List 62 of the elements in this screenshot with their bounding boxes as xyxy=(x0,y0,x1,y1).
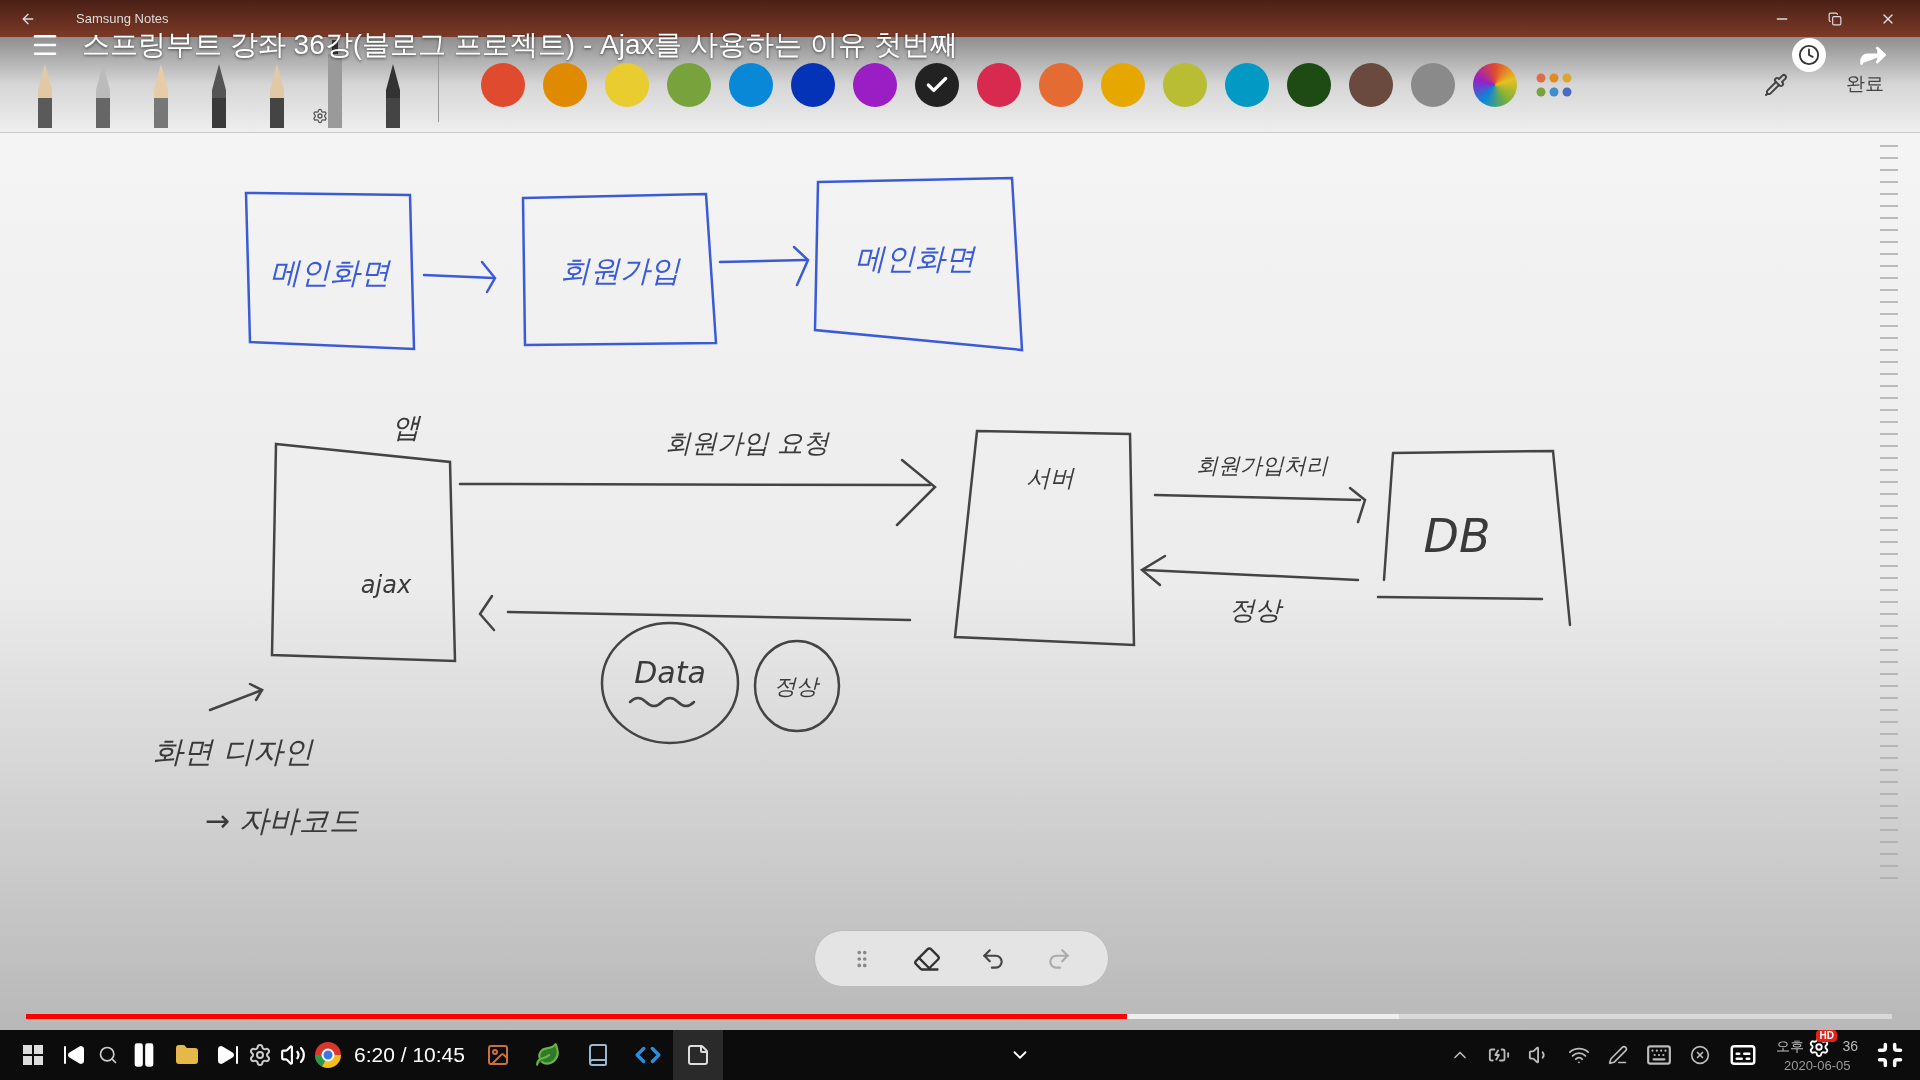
color-swatch[interactable] xyxy=(1287,62,1331,107)
keyboard-icon[interactable] xyxy=(1646,1042,1673,1068)
handwritten-label: Data xyxy=(634,653,706,692)
windows-logo-icon[interactable] xyxy=(23,1045,43,1065)
done-button[interactable]: 완료 xyxy=(1846,70,1884,99)
close-circle-icon[interactable] xyxy=(1690,1045,1711,1065)
photos-icon[interactable] xyxy=(485,1043,510,1067)
restore-icon[interactable] xyxy=(1828,11,1842,26)
active-taskbar-button[interactable] xyxy=(672,1030,723,1080)
search-icon[interactable] xyxy=(98,1045,118,1065)
palette-icon[interactable] xyxy=(1535,72,1573,97)
handwritten-label: 회원가입처리 xyxy=(1196,451,1328,480)
video-time: 6:20 / 10:45 xyxy=(354,1042,465,1069)
video-title: 스프링부트 강좌 36강(블로그 프로젝트) - Ajax를 사용하는 이유 첫번째 xyxy=(82,28,958,62)
next-icon[interactable] xyxy=(216,1043,240,1067)
color-swatch[interactable] xyxy=(605,62,649,107)
handwritten-label: DB xyxy=(1423,507,1491,565)
clock-text: 오후 xyxy=(1776,1038,1805,1056)
date-text: 2020-06-05 xyxy=(1783,1057,1851,1075)
handwritten-label: 정상 xyxy=(774,672,818,701)
color-swatch[interactable] xyxy=(1411,62,1455,107)
browser-icon[interactable] xyxy=(314,1041,342,1069)
eyedropper-icon[interactable] xyxy=(1764,72,1788,97)
color-swatch[interactable] xyxy=(977,62,1021,107)
settings-icon[interactable] xyxy=(248,1043,272,1067)
clock-icon xyxy=(1798,44,1820,66)
handwritten-label: 회원가입 xyxy=(560,251,680,290)
exit-fullscreen-icon[interactable] xyxy=(1876,1041,1904,1069)
settings-icon[interactable] xyxy=(312,108,328,124)
leaf-app-icon[interactable] xyxy=(534,1042,561,1068)
handwritten-label: 메인화면 xyxy=(855,239,975,278)
color-swatch[interactable] xyxy=(1163,62,1207,107)
color-swatch[interactable] xyxy=(1039,62,1083,107)
handwritten-label: 메인화면 xyxy=(270,253,390,292)
color-swatch[interactable] xyxy=(667,62,711,107)
color-swatch[interactable] xyxy=(1101,62,1145,107)
color-swatch[interactable] xyxy=(1225,62,1269,107)
handwritten-label: ajax xyxy=(360,570,412,601)
handwritten-label: → 자바코드 xyxy=(204,801,360,840)
arrow xyxy=(208,682,264,712)
squiggle-line xyxy=(628,696,696,708)
file-explorer-icon[interactable] xyxy=(175,1043,199,1067)
app-name: Samsung Notes xyxy=(76,9,169,28)
color-swatch[interactable] xyxy=(1349,62,1393,107)
color-swatch[interactable] xyxy=(791,62,835,107)
handwritten-label: 화면 디자인 xyxy=(153,732,313,771)
progress-track[interactable] xyxy=(26,1014,1892,1019)
handwritten-label: 앱 xyxy=(392,410,420,446)
color-swatch[interactable] xyxy=(915,62,959,107)
color-swatch[interactable] xyxy=(853,62,897,107)
pen-icon[interactable] xyxy=(1608,1045,1629,1065)
color-wheel[interactable] xyxy=(1473,62,1517,107)
color-swatch[interactable] xyxy=(481,62,525,107)
color-swatch[interactable] xyxy=(543,62,587,107)
color-swatch[interactable] xyxy=(729,62,773,107)
clock-text: 36 xyxy=(1842,1038,1858,1056)
handwritten-label: 서버 xyxy=(1026,463,1074,494)
volume-icon[interactable] xyxy=(280,1042,306,1068)
notes-app-icon[interactable] xyxy=(685,1043,710,1067)
eraser-icon[interactable] xyxy=(912,944,941,973)
previous-icon[interactable] xyxy=(62,1043,86,1067)
handwritten-label: 회원가입 요청 xyxy=(664,426,830,460)
